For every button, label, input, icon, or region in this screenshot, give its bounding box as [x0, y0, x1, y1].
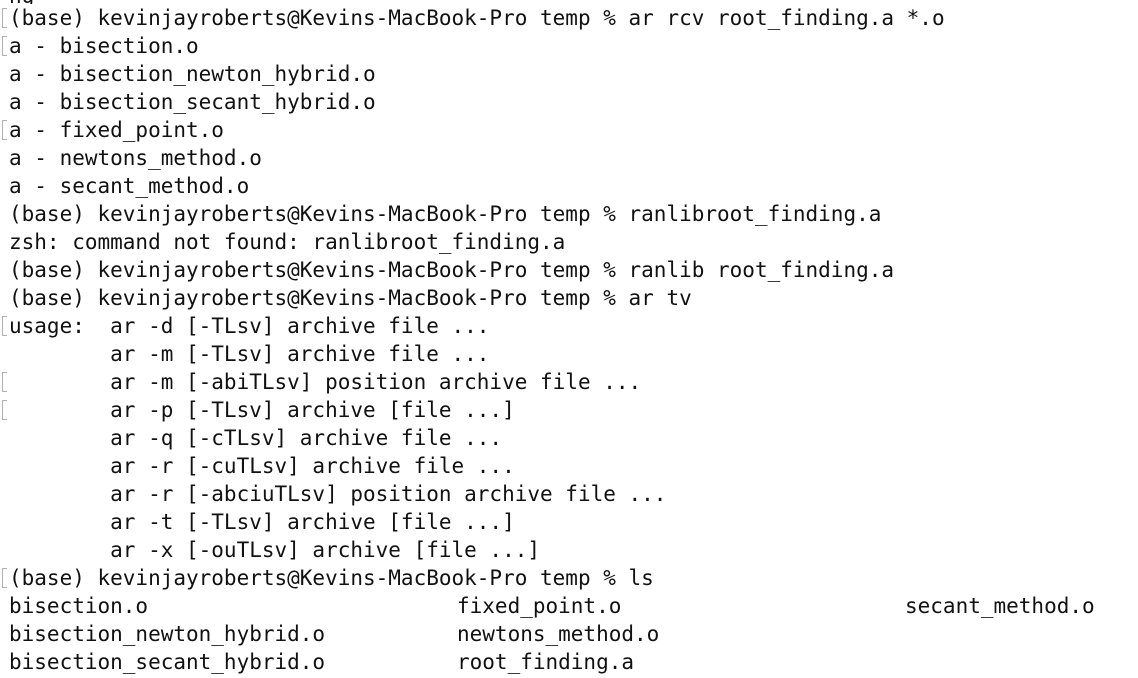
terminal-line-text: a - fixed_point.o — [9, 118, 224, 142]
terminal-line: (base) kevinjayroberts@Kevins-MacBook-Pr… — [0, 564, 1138, 592]
terminal-line-text: ar -m [-abiTLsv] position archive file .… — [9, 370, 642, 394]
ls-file-entry: bisection_newton_hybrid.o — [9, 622, 326, 646]
terminal-line-text: (base) kevinjayroberts@Kevins-MacBook-Pr… — [9, 286, 692, 310]
terminal-line-text: a - newtons_method.o — [9, 146, 262, 170]
line-mark-icon — [2, 568, 7, 588]
line-mark-icon — [2, 372, 7, 392]
ls-file-entry: bisection_secant_hybrid.o — [9, 650, 326, 674]
terminal-line-text: usage: ar -d [-TLsv] archive file ... — [9, 314, 490, 338]
line-mark-icon — [2, 8, 7, 28]
ls-file-entry: root_finding.a — [457, 650, 635, 674]
line-mark-icon — [2, 36, 7, 56]
line-mark-icon — [2, 400, 7, 420]
terminal-line: usage: ar -d [-TLsv] archive file ... — [0, 312, 1138, 340]
terminal-line-text: ar -x [-ouTLsv] archive [file ...] — [9, 538, 541, 562]
terminal-line-text: ar -r [-abciuTLsv] position archive file… — [9, 482, 667, 506]
ls-output-row: bisection_secant_hybrid.o root_finding.a — [0, 648, 1138, 676]
terminal-line-text: ar -m [-TLsv] archive file ... — [9, 342, 490, 366]
terminal-line-text: ar -r [-cuTLsv] archive file ... — [9, 454, 515, 478]
ls-output-row: bisection_newton_hybrid.o newtons_method.… — [0, 620, 1138, 648]
terminal-line: a - newtons_method.o — [0, 144, 1138, 172]
ls-file-entry: secant_method.o — [905, 594, 1095, 618]
terminal-line: a - bisection_secant_hybrid.o — [0, 88, 1138, 116]
terminal-line: ar -t [-TLsv] archive [file ...] — [0, 508, 1138, 536]
terminal-line: (base) kevinjayroberts@Kevins-MacBook-Pr… — [0, 284, 1138, 312]
terminal-line: a - secant_method.o — [0, 172, 1138, 200]
terminal-line: (base) kevinjayroberts@Kevins-MacBook-Pr… — [0, 4, 1138, 32]
terminal-line-text: ar -q [-cTLsv] archive file ... — [9, 426, 503, 450]
terminal-line-text: ar -t [-TLsv] archive [file ...] — [9, 510, 515, 534]
terminal-line: ar -r [-abciuTLsv] position archive file… — [0, 480, 1138, 508]
terminal-line: a - bisection.o — [0, 32, 1138, 60]
terminal-line: ar -q [-cTLsv] archive file ... — [0, 424, 1138, 452]
terminal-line-text: (base) kevinjayroberts@Kevins-MacBook-Pr… — [9, 202, 882, 226]
terminal-line-text: a - secant_method.o — [9, 174, 250, 198]
terminal-line: ar -r [-cuTLsv] archive file ... — [0, 452, 1138, 480]
terminal-line-text: a - bisection_secant_hybrid.o — [9, 90, 376, 114]
terminal-line-text: zsh: command not found: ranlibroot_findi… — [9, 230, 566, 254]
line-mark-icon — [2, 316, 7, 336]
terminal-line-text: a - bisection.o — [9, 34, 199, 58]
terminal-line: (base) kevinjayroberts@Kevins-MacBook-Pr… — [0, 200, 1138, 228]
terminal-line-text: ar -p [-TLsv] archive [file ...] — [9, 398, 515, 422]
ls-file-entry: fixed_point.o — [457, 594, 622, 618]
terminal-line: ar -m [-TLsv] archive file ... — [0, 340, 1138, 368]
terminal-line-text: (base) kevinjayroberts@Kevins-MacBook-Pr… — [9, 6, 945, 30]
terminal-line-text: (base) kevinjayroberts@Kevins-MacBook-Pr… — [9, 566, 654, 590]
ls-output-row: bisection.o fixed_point.o secant_method.o — [0, 592, 1138, 620]
ls-file-entry: bisection.o — [9, 594, 149, 618]
terminal-line: (base) kevinjayroberts@Kevins-MacBook-Pr… — [0, 256, 1138, 284]
ls-file-entry: newtons_method.o — [457, 622, 660, 646]
terminal-line: ar -m [-abiTLsv] position archive file .… — [0, 368, 1138, 396]
line-mark-icon — [2, 120, 7, 140]
terminal-line: ar -x [-ouTLsv] archive [file ...] — [0, 536, 1138, 564]
terminal-line-text: a - bisection_newton_hybrid.o — [9, 62, 376, 86]
terminal-line: a - fixed_point.o — [0, 116, 1138, 144]
terminal-line-text: (base) kevinjayroberts@Kevins-MacBook-Pr… — [9, 258, 895, 282]
terminal-line: zsh: command not found: ranlibroot_findi… — [0, 228, 1138, 256]
terminal-window[interactable]: ng (base) kevinjayroberts@Kevins-MacBook… — [0, 0, 1138, 678]
terminal-line: ar -p [-TLsv] archive [file ...] — [0, 396, 1138, 424]
terminal-line: a - bisection_newton_hybrid.o — [0, 60, 1138, 88]
